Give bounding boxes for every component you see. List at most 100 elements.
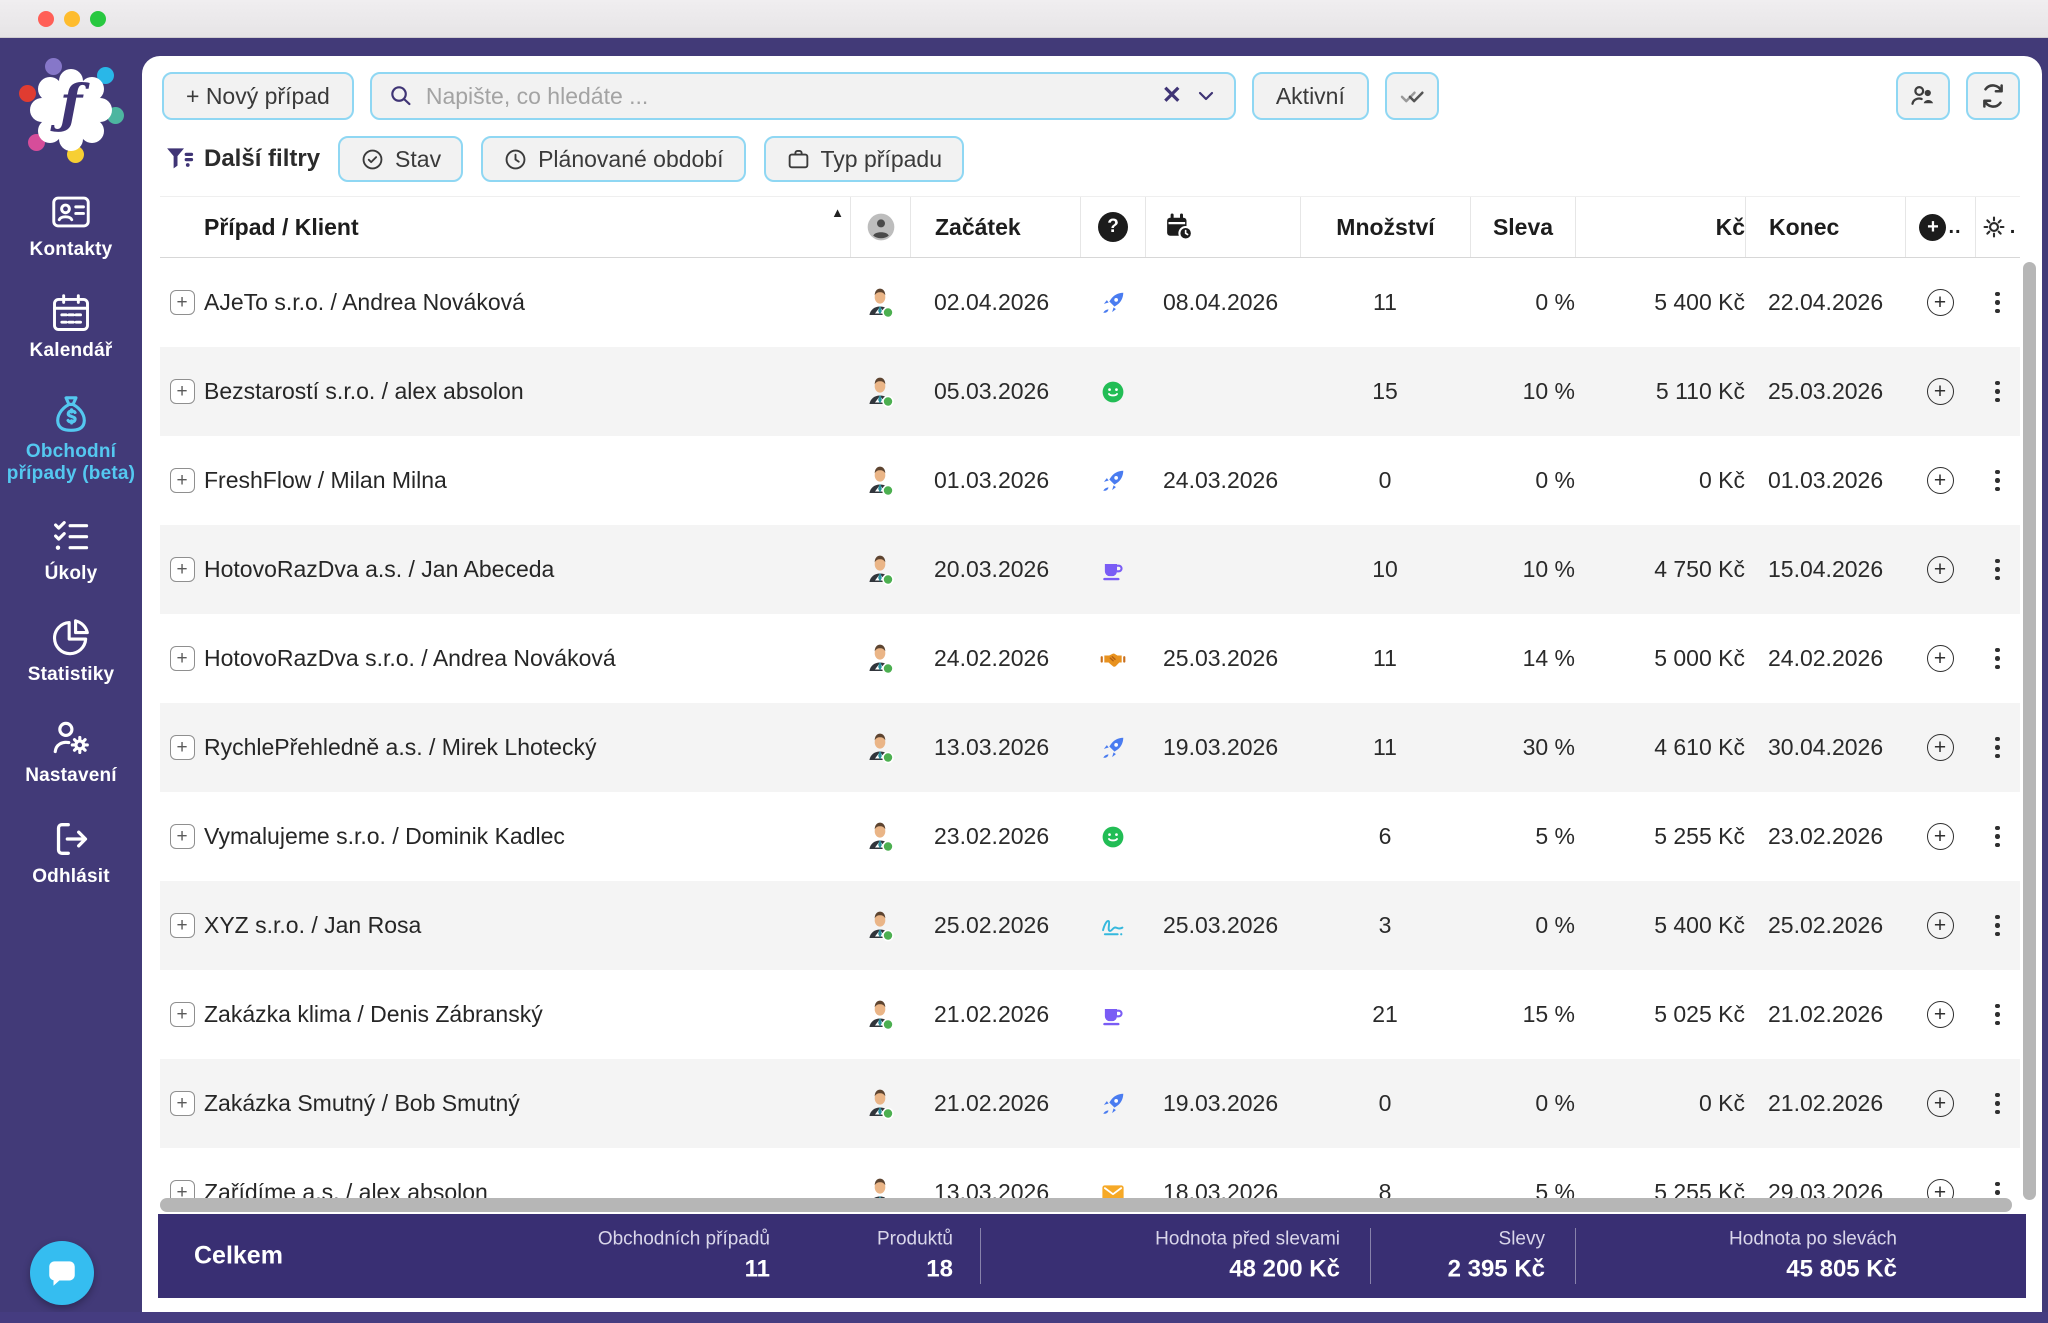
add-product-button[interactable]: + bbox=[1926, 1001, 1954, 1028]
table-row[interactable]: + Zařídíme a.s. / alex absolon 13.03.202… bbox=[160, 1148, 2020, 1200]
quantity: 0 bbox=[1378, 1090, 1392, 1116]
add-product-button[interactable]: + bbox=[1926, 467, 1954, 494]
expand-row-button[interactable]: + bbox=[169, 1180, 195, 1200]
clear-search-icon[interactable]: ✕ bbox=[1162, 84, 1182, 108]
expand-row-button[interactable]: + bbox=[169, 379, 195, 404]
search-input[interactable] bbox=[425, 82, 1150, 110]
filter-chip-typ-pripadu[interactable]: Typ případu bbox=[763, 136, 964, 182]
header-price[interactable]: Kč bbox=[1575, 197, 1745, 257]
case-client-name: Vymalujeme s.r.o. / Dominik Kadlec bbox=[204, 823, 565, 849]
expand-row-button[interactable]: + bbox=[169, 557, 195, 582]
table-row[interactable]: + Zakázka klima / Denis Zábranský 21.02.… bbox=[160, 970, 2020, 1059]
sort-ascending-icon[interactable]: ▲ bbox=[831, 205, 844, 220]
row-menu-button[interactable] bbox=[1995, 291, 2000, 314]
minimize-window-button[interactable] bbox=[64, 11, 80, 27]
expand-row-button[interactable]: + bbox=[169, 913, 195, 938]
header-case-client[interactable]: Případ / Klient ▲ bbox=[204, 197, 850, 257]
summary-before-label: Hodnota před slevami bbox=[1155, 1228, 1340, 1250]
header-discount[interactable]: Sleva bbox=[1470, 197, 1575, 257]
active-filter-button[interactable]: Aktivní bbox=[1251, 72, 1369, 120]
expand-row-button[interactable]: + bbox=[169, 646, 195, 671]
sidebar-item-kalendar[interactable]: Kalendář bbox=[0, 291, 142, 362]
expand-row-button[interactable]: + bbox=[169, 1002, 195, 1027]
expand-row-button[interactable]: + bbox=[169, 468, 195, 493]
filter-bar: Další filtry Stav Plánované období Typ p… bbox=[164, 136, 964, 182]
table-row[interactable]: + FreshFlow / Milan Milna 01.03.2026 24.… bbox=[160, 436, 2020, 525]
chat-button[interactable] bbox=[30, 1241, 94, 1305]
add-product-button[interactable]: + bbox=[1926, 734, 1954, 761]
table-row[interactable]: + Vymalujeme s.r.o. / Dominik Kadlec 23.… bbox=[160, 792, 2020, 881]
row-menu-button[interactable] bbox=[1995, 469, 2000, 492]
search-field[interactable]: ✕ bbox=[369, 72, 1236, 120]
header-case-type[interactable]: ? bbox=[1080, 197, 1145, 257]
row-menu-button[interactable] bbox=[1995, 1003, 2000, 1026]
table-row[interactable]: + HotovoRazDva s.r.o. / Andrea Nováková … bbox=[160, 614, 2020, 703]
case-client-name: Zařídíme a.s. / alex absolon bbox=[204, 1179, 488, 1200]
header-quantity[interactable]: Množství bbox=[1300, 197, 1470, 257]
summary-total-label: Celkem bbox=[194, 1241, 283, 1270]
row-menu-button[interactable] bbox=[1995, 558, 2000, 581]
vertical-scrollbar[interactable] bbox=[2023, 262, 2036, 1200]
app-logo[interactable]: ƒ bbox=[19, 58, 124, 163]
chevron-down-icon[interactable] bbox=[1194, 84, 1218, 108]
discount: 5 % bbox=[1535, 823, 1575, 849]
expand-row-button[interactable]: + bbox=[169, 290, 195, 315]
sidebar-item-nastaveni[interactable]: Nastavení bbox=[0, 716, 142, 787]
sidebar-item-obchodni-pripady[interactable]: Obchodní případy (beta) bbox=[0, 392, 142, 485]
row-menu-button[interactable] bbox=[1995, 380, 2000, 403]
add-product-button[interactable]: + bbox=[1926, 556, 1954, 583]
add-product-button[interactable]: + bbox=[1926, 1090, 1954, 1117]
expand-row-button[interactable]: + bbox=[169, 1091, 195, 1116]
header-planned-date[interactable] bbox=[1145, 197, 1300, 257]
add-product-button[interactable]: + bbox=[1926, 823, 1954, 850]
add-product-button[interactable]: + bbox=[1926, 1179, 1954, 1200]
close-window-button[interactable] bbox=[38, 11, 54, 27]
table-row[interactable]: + Zakázka Smutný / Bob Smutný 21.02.2026… bbox=[160, 1059, 2020, 1148]
add-product-button[interactable]: + bbox=[1926, 378, 1954, 405]
header-end-label: Konec bbox=[1769, 213, 1840, 240]
new-case-button[interactable]: + Nový případ bbox=[162, 72, 354, 120]
end-date: 23.02.2026 bbox=[1768, 823, 1884, 849]
header-start[interactable]: Začátek bbox=[910, 197, 1080, 257]
row-menu-button[interactable] bbox=[1995, 1092, 2000, 1115]
maximize-window-button[interactable] bbox=[90, 11, 106, 27]
case-client-name: Zakázka Smutný / Bob Smutný bbox=[204, 1090, 520, 1116]
table-row[interactable]: + Bezstarostí s.r.o. / alex absolon 05.0… bbox=[160, 347, 2020, 436]
add-product-button[interactable]: + bbox=[1926, 289, 1954, 316]
end-date: 21.02.2026 bbox=[1768, 1001, 1884, 1027]
filter-chip-stav[interactable]: Stav bbox=[338, 136, 464, 182]
sidebar-item-ukoly[interactable]: Úkoly bbox=[0, 514, 142, 585]
add-product-button[interactable]: + bbox=[1926, 645, 1954, 672]
header-assignee[interactable] bbox=[850, 197, 910, 257]
more-filters-button[interactable]: Další filtry bbox=[164, 144, 320, 174]
assignees-button[interactable] bbox=[1896, 72, 1950, 120]
sidebar-item-statistiky[interactable]: Statistiky bbox=[0, 615, 142, 686]
horizontal-scrollbar[interactable] bbox=[160, 1198, 2012, 1212]
table-row[interactable]: + RychlePřehledně a.s. / Mirek Lhotecký … bbox=[160, 703, 2020, 792]
header-quantity-label: Množství bbox=[1336, 213, 1435, 240]
header-end[interactable]: Konec bbox=[1745, 197, 1905, 257]
header-add-dots: .. bbox=[1948, 215, 1962, 238]
filter-chip-planovane-obdobi[interactable]: Plánované období bbox=[481, 136, 746, 182]
row-menu-button[interactable] bbox=[1995, 736, 2000, 759]
refresh-button[interactable] bbox=[1966, 72, 2020, 120]
filter-chip-label: Plánované období bbox=[538, 145, 724, 172]
sidebar-item-odhlasit[interactable]: Odhlásit bbox=[0, 817, 142, 888]
row-menu-button[interactable] bbox=[1995, 647, 2000, 670]
sidebar-item-kontakty[interactable]: Kontakty bbox=[0, 190, 142, 261]
header-column-settings[interactable]: . bbox=[1975, 197, 2020, 257]
filter-chip-label: Typ případu bbox=[820, 145, 942, 172]
expand-row-button[interactable]: + bbox=[169, 824, 195, 849]
row-menu-button[interactable] bbox=[1995, 825, 2000, 848]
row-menu-button[interactable] bbox=[1995, 914, 2000, 937]
logout-icon bbox=[49, 817, 93, 861]
table-row[interactable]: + HotovoRazDva a.s. / Jan Abeceda 20.03.… bbox=[160, 525, 2020, 614]
end-date: 21.02.2026 bbox=[1768, 1090, 1884, 1116]
table-row[interactable]: + XYZ s.r.o. / Jan Rosa 25.02.2026 25.03… bbox=[160, 881, 2020, 970]
table-row[interactable]: + AJeTo s.r.o. / Andrea Nováková 02.04.2… bbox=[160, 258, 2020, 347]
header-add-column[interactable]: +.. bbox=[1905, 197, 1975, 257]
expand-row-button[interactable]: + bbox=[169, 735, 195, 760]
add-product-button[interactable]: + bbox=[1926, 912, 1954, 939]
bulk-done-button[interactable] bbox=[1384, 72, 1439, 120]
case-type-icon bbox=[1080, 1148, 1145, 1200]
